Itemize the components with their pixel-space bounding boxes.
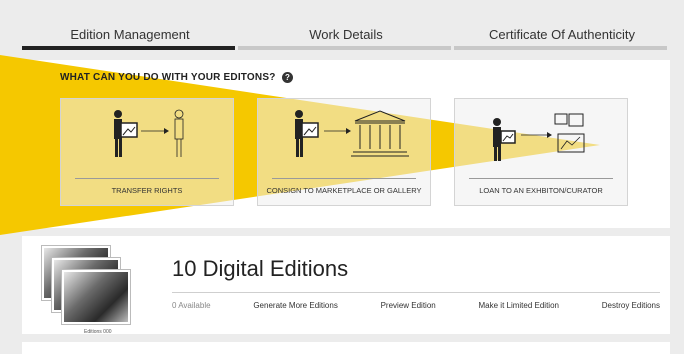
consign-gallery-icon (295, 110, 409, 157)
tab-bar: Edition Management Work Details Certific… (22, 18, 670, 50)
option-divider (272, 178, 416, 179)
loan-exhibition-icon (493, 113, 585, 161)
edition-summary-card: Editions 000 10 Digital Editions 0 Avail… (22, 236, 670, 335)
transfer-rights-icon (114, 109, 184, 157)
option-divider (469, 178, 613, 179)
edition-thumbnail (62, 270, 130, 324)
option-transfer-rights[interactable]: TRANSFER RIGHTS (60, 98, 234, 206)
thumbnail-caption: Editions 000 (84, 329, 112, 335)
option-label: LOAN TO AN EXHBITON/CURATOR (479, 186, 603, 195)
option-loan-exhibition[interactable]: LOAN TO AN EXHBITON/CURATOR (454, 98, 628, 206)
options-panel: WHAT CAN YOU DO WITH YOUR EDITONS? ? TRA… (0, 55, 670, 235)
tab-edition-management[interactable]: Edition Management (22, 18, 238, 50)
tab-label: Edition Management (70, 27, 190, 42)
tab-label: Work Details (309, 27, 383, 42)
tab-certificate-of-authenticity[interactable]: Certificate Of Authenticity (454, 18, 670, 50)
tab-label: Certificate Of Authenticity (489, 27, 635, 42)
help-icon[interactable]: ? (282, 72, 293, 83)
option-label: TRANSFER RIGHTS (111, 186, 183, 195)
edition-title: 10 Digital Editions (172, 256, 349, 281)
options-panel-title: WHAT CAN YOU DO WITH YOUR EDITONS? (60, 72, 276, 83)
preview-edition-link[interactable]: Preview Edition (381, 301, 436, 310)
available-count: 0 Available (172, 301, 211, 310)
make-limited-edition-link[interactable]: Make it Limited Edition (479, 301, 559, 310)
option-label: CONSIGN TO MARKETPLACE OR GALLERY (266, 186, 422, 195)
next-card (22, 342, 670, 354)
tab-work-details[interactable]: Work Details (238, 18, 454, 50)
edition-thumbnail-stack[interactable]: Editions 000 (42, 246, 134, 335)
edition-actions: 0 Available Generate More Editions Previ… (172, 301, 660, 310)
generate-more-editions-link[interactable]: Generate More Editions (253, 301, 338, 310)
option-divider (75, 178, 219, 179)
option-consign-marketplace[interactable]: CONSIGN TO MARKETPLACE OR GALLERY (257, 98, 431, 206)
destroy-editions-link[interactable]: Destroy Editions (602, 301, 660, 310)
edition-divider (172, 292, 660, 293)
